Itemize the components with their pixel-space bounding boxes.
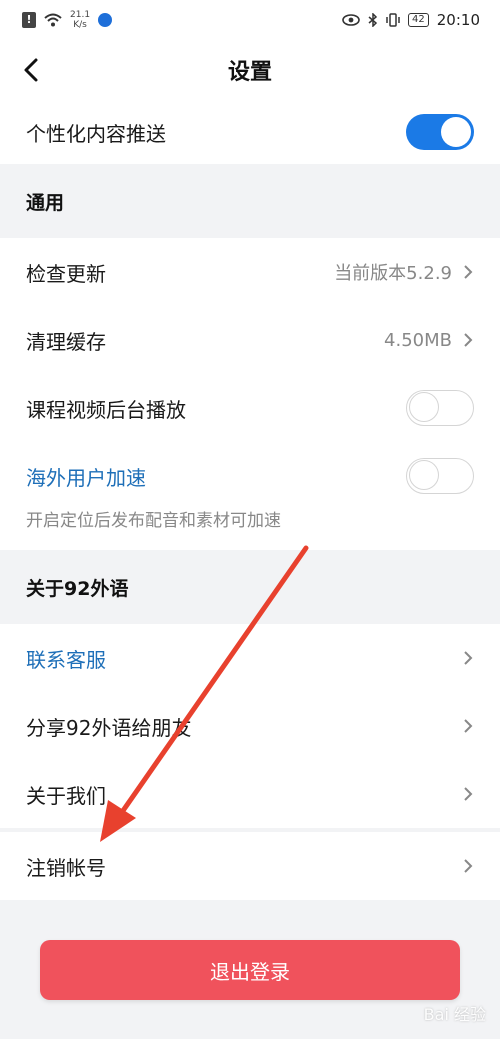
chevron-right-icon	[464, 651, 473, 665]
logout-container: 退出登录	[0, 900, 500, 1000]
version-value: 当前版本5.2.9	[334, 263, 452, 284]
eye-icon	[342, 14, 360, 26]
overseas-accel-hint: 开启定位后发布配音和素材可加速	[0, 506, 500, 550]
nav-bar: 设置	[0, 40, 500, 100]
chevron-right-icon	[464, 859, 473, 873]
wifi-icon	[44, 13, 62, 27]
contact-support-row[interactable]: 联系客服	[0, 624, 500, 692]
overseas-accel-toggle[interactable]	[406, 458, 474, 494]
clear-cache-label: 清理缓存	[26, 329, 106, 354]
general-section-title: 通用	[0, 164, 500, 238]
chevron-right-icon	[464, 265, 473, 279]
logout-button[interactable]: 退出登录	[40, 940, 460, 1000]
bluetooth-icon	[368, 13, 378, 27]
network-speed: 21.1 K/s	[70, 10, 91, 30]
share-row[interactable]: 分享92外语给朋友	[0, 692, 500, 760]
check-update-label: 检查更新	[26, 261, 106, 286]
chevron-right-icon	[464, 787, 473, 801]
back-arrow-icon[interactable]	[18, 56, 46, 84]
clock: 20:10	[436, 11, 480, 29]
personalized-push-toggle[interactable]	[406, 114, 474, 150]
about-section-title: 关于92外语	[0, 550, 500, 624]
chevron-right-icon	[464, 333, 473, 347]
personalized-push-row: 个性化内容推送	[0, 100, 500, 164]
alert-icon: !	[22, 12, 36, 28]
personalized-push-label: 个性化内容推送	[26, 121, 166, 146]
contact-support-label: 联系客服	[26, 647, 106, 672]
check-update-row[interactable]: 检查更新 当前版本5.2.9	[0, 238, 500, 306]
battery-icon: 42	[408, 13, 429, 27]
about-us-row[interactable]: 关于我们	[0, 760, 500, 828]
deregister-row[interactable]: 注销帐号	[0, 832, 500, 900]
overseas-accel-label: 海外用户加速	[26, 465, 146, 490]
background-play-toggle[interactable]	[406, 390, 474, 426]
background-play-label: 课程视频后台播放	[26, 397, 186, 422]
deregister-label: 注销帐号	[26, 855, 106, 880]
watermark: Bai 经验	[423, 1005, 486, 1024]
about-us-label: 关于我们	[26, 783, 106, 808]
chevron-right-icon	[464, 719, 473, 733]
cache-size-value: 4.50MB	[384, 329, 452, 351]
share-label: 分享92外语给朋友	[26, 715, 192, 740]
app-notification-icon	[98, 13, 113, 27]
vibrate-icon	[386, 13, 400, 27]
status-bar: ! 21.1 K/s 42 20:10	[0, 0, 500, 40]
overseas-accel-row: 海外用户加速	[0, 442, 500, 510]
page-title: 设置	[227, 60, 272, 85]
background-play-row: 课程视频后台播放	[0, 374, 500, 442]
clear-cache-row[interactable]: 清理缓存 4.50MB	[0, 306, 500, 374]
